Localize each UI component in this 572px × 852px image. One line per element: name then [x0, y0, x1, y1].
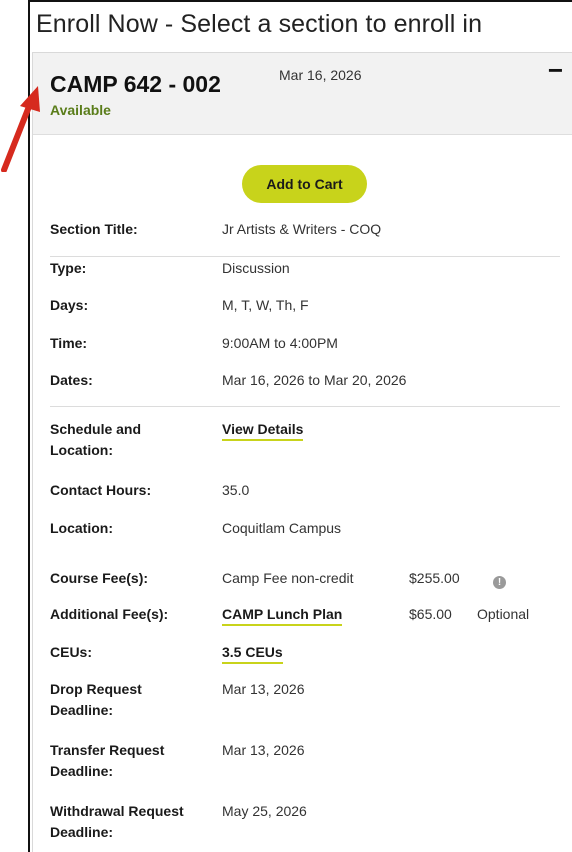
withdrawal-deadline-label: Withdrawal Request Deadline:: [50, 801, 210, 843]
drop-deadline-value: Mar 13, 2026: [222, 681, 305, 697]
ceus-value: 3.5 CEUs: [222, 642, 283, 664]
ceus-link[interactable]: 3.5 CEUs: [222, 644, 283, 664]
time-label: Time:: [50, 335, 88, 351]
course-fee-amount: $255.00: [409, 570, 460, 586]
fee-info-icon[interactable]: !: [493, 575, 506, 589]
drop-deadline-label: Drop Request Deadline:: [50, 679, 210, 721]
divider: [50, 406, 560, 407]
additional-fee-note: Optional: [477, 606, 530, 622]
ceus-label: CEUs:: [50, 644, 93, 660]
days-label: Days:: [50, 297, 89, 313]
add-to-cart-button[interactable]: Add to Cart: [242, 165, 367, 203]
section-start-date: Mar 16, 2026: [279, 67, 362, 83]
additional-fee-label: Additional Fee(s):: [50, 606, 169, 622]
availability-status: Available: [50, 102, 111, 118]
annotation-arrow-icon: [1, 86, 40, 172]
location-label: Location:: [50, 520, 113, 536]
transfer-deadline-label-line1: Transfer Request: [50, 742, 165, 758]
course-fee-name: Camp Fee non-credit: [222, 570, 354, 586]
section-header[interactable]: CAMP 642 - 002 Mar 16, 2026 Available −: [33, 53, 572, 135]
withdrawal-deadline-label-line2: Deadline:: [50, 824, 114, 840]
collapse-icon[interactable]: −: [548, 57, 563, 83]
page-title: Enroll Now - Select a section to enroll …: [36, 10, 483, 38]
withdrawal-deadline-label-line1: Withdrawal Request: [50, 803, 184, 819]
schedule-label-line2: Location:: [50, 442, 113, 458]
drop-deadline-label-line1: Drop Request: [50, 681, 142, 697]
withdrawal-deadline-value: May 25, 2026: [222, 803, 307, 819]
course-fee-label: Course Fee(s):: [50, 570, 149, 586]
days-value: M, T, W, Th, F: [222, 297, 309, 313]
time-value: 9:00AM to 4:00PM: [222, 335, 338, 351]
section-title-value: Jr Artists & Writers - COQ: [222, 221, 382, 237]
schedule-label: Schedule and Location:: [50, 419, 210, 461]
section-code: CAMP 642 - 002: [50, 71, 221, 97]
schedule-value: View Details: [222, 419, 304, 441]
transfer-deadline-value: Mar 13, 2026: [222, 742, 305, 758]
view-details-link[interactable]: View Details: [222, 421, 304, 441]
transfer-deadline-label-line2: Deadline:: [50, 763, 114, 779]
schedule-label-line1: Schedule and: [50, 421, 142, 437]
camp-lunch-plan-link[interactable]: CAMP Lunch Plan: [222, 606, 343, 626]
additional-fee-name: CAMP Lunch Plan: [222, 604, 343, 626]
dates-value: Mar 16, 2026 to Mar 20, 2026: [222, 372, 407, 388]
section-title-label: Section Title:: [50, 221, 138, 237]
transfer-deadline-label: Transfer Request Deadline:: [50, 740, 210, 782]
dates-label: Dates:: [50, 372, 93, 388]
contact-hours-value: 35.0: [222, 482, 250, 498]
additional-fee-amount: $65.00: [409, 606, 452, 622]
drop-deadline-label-line2: Deadline:: [50, 702, 114, 718]
location-value: Coquitlam Campus: [222, 520, 342, 536]
type-value: Discussion: [222, 260, 290, 276]
divider: [50, 256, 560, 257]
contact-hours-label: Contact Hours:: [50, 482, 152, 498]
type-label: Type:: [50, 260, 87, 276]
